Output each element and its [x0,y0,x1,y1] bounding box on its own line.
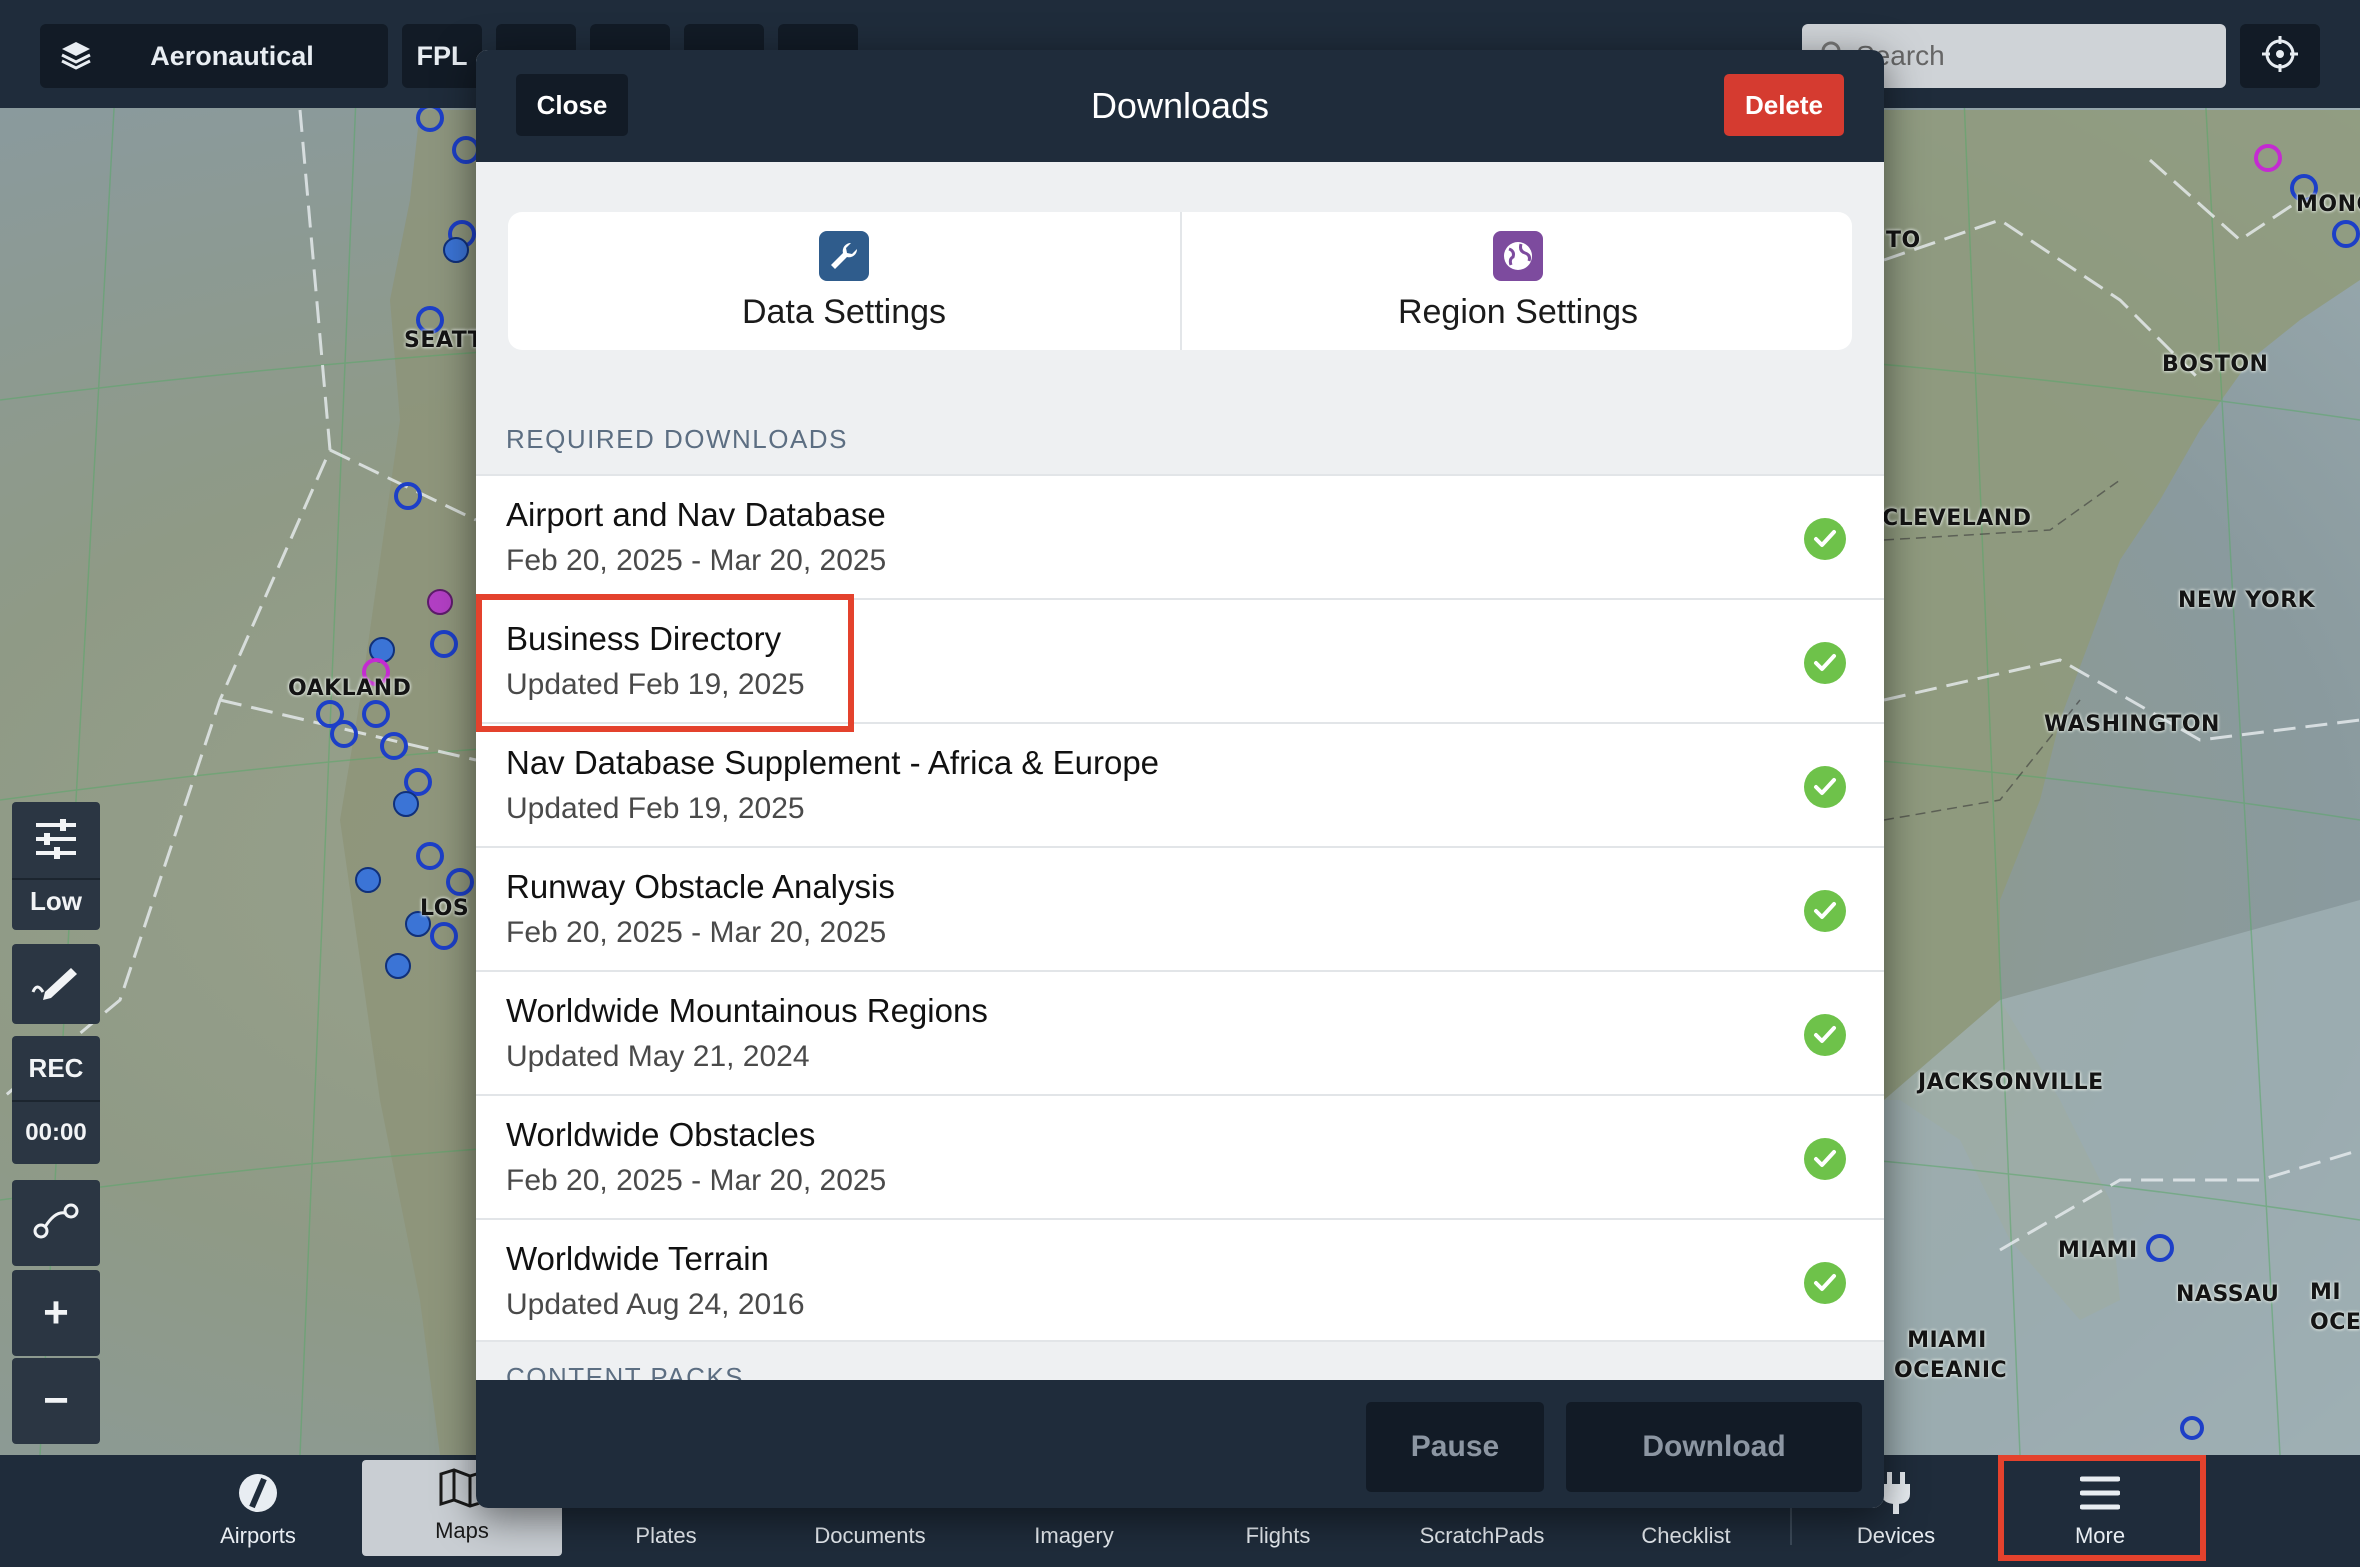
fpl-button[interactable]: FPL [402,24,482,88]
map-label-monc: MONC [2296,192,2360,217]
modal-header: Downloads Close Delete [476,50,1884,162]
map-label-boston: BOSTON [2162,352,2269,377]
zoom-in-button[interactable]: + [12,1270,100,1356]
layers-label: Aeronautical [150,40,314,71]
map-label-mi-oce: MI OCE [2310,1280,2360,1335]
settings-card: Data Settings Region Settings [508,212,1852,350]
tab-plates-label: Plates [635,1523,697,1548]
rec-label: REC [28,1052,84,1083]
map-label-miami-oceanic: MIAMI OCEANIC [1894,1328,2008,1383]
item-subtitle: Feb 20, 2025 - Mar 20, 2025 [506,1164,887,1197]
route-icon [31,1201,81,1246]
quality-label: Low [12,878,100,917]
layers-button[interactable]: Aeronautical [40,24,388,88]
globe-icon [1493,230,1543,281]
tab-airports-label: Airports [220,1523,296,1548]
checkmark-icon [1804,518,1846,560]
tab-documents-label: Documents [814,1523,926,1548]
locate-button[interactable] [2240,24,2320,88]
route-button[interactable] [12,1180,100,1266]
checkmark-icon [1804,642,1846,684]
business-directory-highlight-box [476,594,854,732]
sliders-icon [32,815,80,868]
map-settings-button[interactable]: Low [12,802,100,930]
tab-airports[interactable]: Airports [158,1455,358,1567]
map-label-to: TO [1886,228,1921,253]
rec-timer: 00:00 [12,1100,100,1164]
item-title: Nav Database Supplement - Africa & Europ… [506,744,1160,781]
downloads-modal: Downloads Close Delete Data Settings Reg… [476,50,1884,1508]
item-title: Worldwide Obstacles [506,1116,816,1153]
item-subtitle: Feb 20, 2025 - Mar 20, 2025 [506,916,887,949]
tab-scratchpads-label: ScratchPads [1419,1523,1545,1548]
tab-imagery-label: Imagery [1034,1523,1114,1548]
data-settings-button[interactable]: Data Settings [508,212,1180,350]
map-label-washington: WASHINGTON [2044,712,2220,737]
tab-maps-label: Maps [435,1518,489,1543]
map-label-cleveland: CLEVELAND [1882,506,2032,531]
tab-devices-label: Devices [1856,1523,1936,1548]
record-track-button[interactable]: REC 00:00 [12,1036,100,1164]
item-subtitle: Updated May 21, 2024 [506,1040,810,1073]
delete-button[interactable]: Delete [1724,74,1844,136]
checkmark-icon [1804,1014,1846,1056]
list-item[interactable]: Worldwide Terrain Updated Aug 24, 2016 [476,1218,1884,1342]
download-button[interactable]: Download [1566,1402,1862,1492]
tab-flights-label: Flights [1245,1523,1311,1548]
layers-icon [40,39,112,73]
list-item[interactable]: Worldwide Obstacles Feb 20, 2025 - Mar 2… [476,1094,1884,1218]
wrench-icon [819,230,869,281]
item-title: Runway Obstacle Analysis [506,868,895,905]
more-tab-highlight-box [1998,1455,2206,1561]
modal-title: Downloads [1090,85,1270,126]
map-label-jacksonville: JACKSONVILLE [1918,1070,2104,1095]
zoom-out-button[interactable]: − [12,1358,100,1444]
map-label-new-york: NEW YORK [2178,588,2316,613]
item-title: Worldwide Mountainous Regions [506,992,988,1029]
list-item[interactable]: Airport and Nav Database Feb 20, 2025 - … [476,474,1884,598]
plug-icon [1879,1472,1913,1514]
airports-icon [236,1473,280,1513]
map-label-nassau: NASSAU [2176,1282,2280,1307]
data-settings-label: Data Settings [741,292,947,331]
map-label-miami: MIAMI [2058,1238,2138,1263]
region-settings-button[interactable]: Region Settings [1182,212,1854,350]
checkmark-icon [1804,890,1846,932]
checkmark-icon [1804,1262,1846,1304]
map-label-los: LOS [420,896,470,921]
item-title: Worldwide Terrain [506,1240,769,1277]
draw-button[interactable] [12,944,100,1024]
required-downloads-header: REQUIRED DOWNLOADS [506,424,848,454]
list-item[interactable]: Runway Obstacle Analysis Feb 20, 2025 - … [476,846,1884,970]
map-label-oakland: OAKLAND [288,676,412,701]
checkmark-icon [1804,1138,1846,1180]
item-subtitle: Updated Aug 24, 2016 [506,1288,805,1321]
modal-footer: Pause Download [476,1380,1884,1508]
list-item[interactable]: Nav Database Supplement - Africa & Europ… [476,722,1884,846]
item-subtitle: Updated Feb 19, 2025 [506,792,805,825]
item-subtitle: Feb 20, 2025 - Mar 20, 2025 [506,544,887,577]
item-title: Airport and Nav Database [506,496,886,533]
pause-button[interactable]: Pause [1366,1402,1544,1492]
checkmark-icon [1804,766,1846,808]
crosshair-icon [2262,35,2298,77]
list-item[interactable]: Worldwide Mountainous Regions Updated Ma… [476,970,1884,1094]
pencil-icon [31,962,81,1007]
tab-checklist-label: Checklist [1641,1523,1731,1548]
close-button[interactable]: Close [516,74,628,136]
region-settings-label: Region Settings [1397,292,1639,331]
